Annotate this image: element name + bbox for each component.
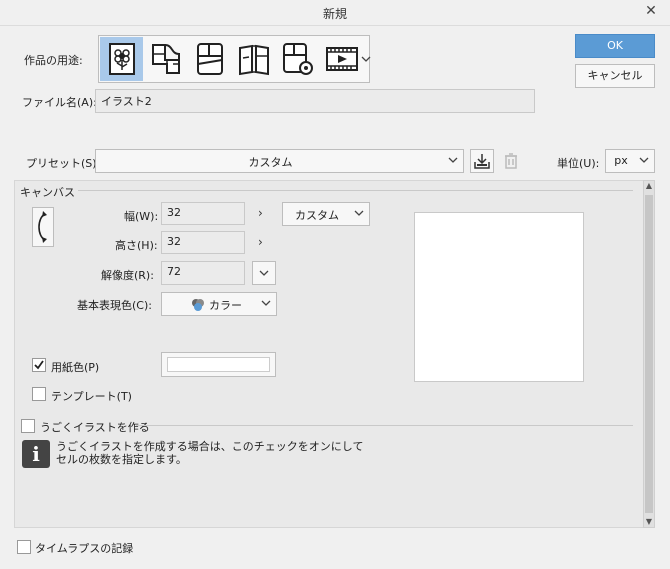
check-icon — [34, 360, 44, 370]
paper-color-swatch[interactable] — [161, 352, 276, 377]
usage-book-button[interactable] — [232, 37, 275, 81]
chevron-down-icon — [448, 157, 458, 163]
color-palette-icon — [192, 299, 204, 311]
preset-value: カスタム — [248, 156, 293, 169]
canvas-section-label: キャンバス — [20, 186, 75, 199]
color-mode-value: カラー — [209, 299, 242, 312]
size-preset-value: カスタム — [295, 209, 339, 222]
usage-illustration-button[interactable] — [100, 37, 143, 81]
resolution-input[interactable]: 72 — [161, 261, 245, 285]
scroll-up-icon[interactable]: ▲ — [644, 181, 654, 190]
animation-label: うごくイラストを作る — [40, 421, 150, 434]
usage-comic-button[interactable] — [188, 37, 231, 81]
resolution-dropdown-button[interactable] — [252, 261, 276, 285]
delete-preset-button[interactable] — [500, 150, 522, 172]
save-preset-icon — [474, 154, 490, 169]
usage-animation-button[interactable] — [320, 37, 363, 81]
usage-more-button[interactable] — [361, 37, 371, 81]
page-settings-icon — [282, 43, 313, 75]
comic-icon — [196, 43, 223, 75]
chevron-down-icon — [354, 210, 364, 216]
usage-selector[interactable] — [98, 35, 371, 83]
chevron-down-icon — [261, 300, 271, 306]
width-label: 幅(W): — [124, 210, 159, 223]
swap-orientation-button[interactable] — [32, 207, 54, 247]
section-divider — [78, 190, 633, 191]
section-divider — [136, 425, 633, 426]
register-preset-button[interactable] — [470, 149, 494, 173]
file-name-label: ファイル名(A): — [22, 96, 97, 109]
cancel-button[interactable]: キャンセル — [575, 64, 655, 88]
usage-webtoon-button[interactable] — [144, 37, 187, 81]
usage-label: 作品の用途: — [24, 54, 83, 67]
trash-icon — [505, 153, 517, 169]
rotate-icon — [38, 211, 47, 243]
resolution-label: 解像度(R): — [101, 269, 154, 282]
chevron-right-icon[interactable]: › — [258, 206, 263, 220]
chevron-down-icon — [361, 56, 371, 62]
chevron-down-icon — [259, 270, 269, 276]
book-icon — [238, 44, 269, 76]
paper-color-checkbox[interactable] — [32, 358, 46, 372]
preset-select[interactable]: カスタム — [95, 149, 464, 173]
paper-color-fill — [167, 357, 270, 372]
chevron-down-icon — [639, 157, 649, 163]
height-label: 高さ(H): — [115, 239, 158, 252]
color-mode-select[interactable]: カラー — [161, 292, 277, 316]
color-mode-label: 基本表現色(C): — [77, 299, 152, 312]
info-icon: i — [22, 440, 50, 468]
height-input[interactable]: 32 — [161, 231, 245, 254]
canvas-preview — [414, 212, 584, 382]
ok-button[interactable]: OK — [575, 34, 655, 58]
usage-print-settings-button[interactable] — [276, 37, 319, 81]
illustration-icon — [108, 43, 135, 75]
unit-value: px — [614, 154, 628, 167]
preset-label: プリセット(S): — [26, 157, 101, 170]
unit-select[interactable]: px — [605, 149, 655, 173]
template-checkbox[interactable] — [32, 387, 46, 401]
size-preset-select[interactable]: カスタム — [282, 202, 370, 226]
scroll-down-icon[interactable]: ▼ — [644, 517, 654, 526]
window-title: 新規 — [322, 7, 347, 21]
chevron-right-icon[interactable]: › — [258, 235, 263, 249]
vertical-scrollbar[interactable]: ▲ ▼ — [643, 180, 655, 528]
template-label: テンプレート(T) — [51, 390, 132, 403]
paper-color-label: 用紙色(P) — [51, 361, 100, 374]
width-input[interactable]: 32 — [161, 202, 245, 225]
timelapse-checkbox[interactable] — [17, 540, 31, 554]
close-icon[interactable]: ✕ — [642, 3, 660, 19]
webtoon-icon — [151, 44, 180, 74]
animation-info-line2: セルの枚数を指定します。 — [56, 453, 187, 466]
scrollbar-thumb[interactable] — [645, 195, 653, 513]
title-bar: 新規 ✕ — [0, 0, 670, 26]
unit-label: 単位(U): — [557, 157, 600, 170]
file-name-input[interactable]: イラスト2 — [95, 89, 535, 113]
film-icon — [325, 47, 358, 71]
animation-checkbox[interactable] — [21, 419, 35, 433]
timelapse-label: タイムラプスの記録 — [35, 542, 134, 555]
